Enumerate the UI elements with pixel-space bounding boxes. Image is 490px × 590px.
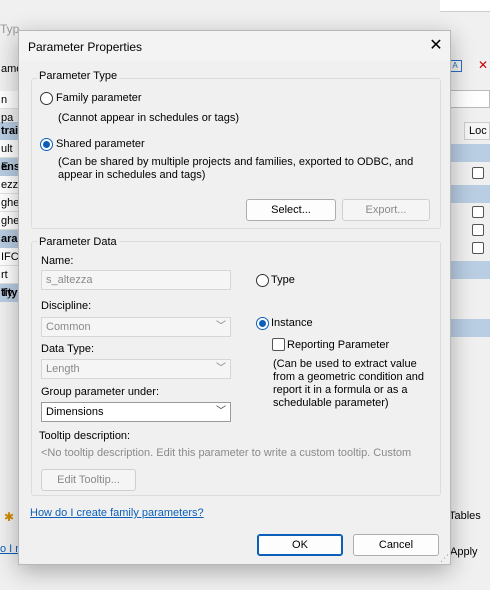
chevron-down-icon: ﹀ <box>216 406 226 417</box>
new-parameter-icon[interactable]: ✱ <box>4 510 18 524</box>
background-checkbox[interactable] <box>472 206 484 218</box>
edit-tooltip-button[interactable]: Edit Tooltip... <box>41 469 136 491</box>
background-column-header: Loc <box>464 122 490 140</box>
shared-parameter-note: appear in schedules and tags) <box>58 169 206 181</box>
close-icon[interactable]: ✕ <box>424 36 448 56</box>
discipline-value: Common <box>46 321 91 333</box>
background-apply-button[interactable]: Apply <box>450 546 490 558</box>
reporting-parameter-label[interactable]: Reporting Parameter <box>287 339 389 351</box>
group-parameter-dropdown[interactable]: Dimensions ﹀ <box>41 402 231 422</box>
background-row[interactable]: tity <box>0 284 20 302</box>
type-radio[interactable] <box>256 274 269 287</box>
tooltip-description-label: Tooltip description: <box>39 430 131 442</box>
export-button[interactable]: Export... <box>342 199 430 221</box>
background-row[interactable]: ezza <box>0 176 24 194</box>
family-parameter-radio[interactable] <box>40 92 53 105</box>
reporting-parameter-checkbox[interactable] <box>272 338 285 351</box>
help-link[interactable]: How do I create family parameters? <box>30 507 204 519</box>
reporting-parameter-note: report it in a formula or as a <box>273 384 408 396</box>
chevron-down-icon: ﹀ <box>216 321 226 332</box>
ok-button[interactable]: OK <box>257 534 343 556</box>
background-parameter-list: ame n pa trai ult E ensi ezza ghez ghe a… <box>0 60 25 302</box>
name-field[interactable]: s_altezza <box>41 270 231 290</box>
parameter-properties-dialog: Parameter Properties ✕ Parameter Type Fa… <box>18 30 451 565</box>
shared-parameter-radio[interactable] <box>40 138 53 151</box>
discipline-dropdown[interactable]: Common ﹀ <box>41 317 231 337</box>
instance-radio[interactable] <box>256 317 269 330</box>
parameter-data-legend: Parameter Data <box>37 236 119 248</box>
resize-grip-icon[interactable]: ⋰ <box>440 553 450 563</box>
background-checkbox[interactable] <box>472 242 484 254</box>
background-row: ame <box>0 60 22 78</box>
background-row[interactable]: IFC <box>0 248 20 266</box>
background-row[interactable]: aran <box>0 230 24 248</box>
background-checkbox[interactable] <box>472 224 484 236</box>
name-label: Name: <box>41 255 74 267</box>
discipline-label: Discipline: <box>41 300 92 312</box>
background-checkbox[interactable] <box>472 167 484 179</box>
family-parameter-note: (Cannot appear in schedules or tags) <box>58 112 239 124</box>
group-parameter-value: Dimensions <box>46 406 104 418</box>
delete-icon[interactable]: ✕ <box>478 58 490 72</box>
data-type-dropdown[interactable]: Length ﹀ <box>41 359 231 379</box>
dialog-title: Parameter Properties <box>28 40 143 54</box>
background-help-link[interactable]: o I m <box>0 543 20 555</box>
tooltip-description-text: <No tooltip description. Edit this param… <box>41 447 412 459</box>
reporting-parameter-note: from a geometric condition and <box>273 371 425 383</box>
select-button[interactable]: Select... <box>246 199 336 221</box>
group-parameter-label: Group parameter under: <box>41 386 160 398</box>
family-parameter-label[interactable]: Family parameter <box>56 92 142 104</box>
background-row: n pa <box>0 91 20 124</box>
reporting-parameter-note: (Can be used to extract value <box>273 358 417 370</box>
shared-parameter-note: (Can be shared by multiple projects and … <box>58 156 414 168</box>
parameter-type-legend: Parameter Type <box>37 70 120 82</box>
background-row[interactable]: ult E <box>0 140 20 173</box>
background-row[interactable]: ghe <box>0 212 20 230</box>
instance-label[interactable]: Instance <box>271 317 313 329</box>
data-type-value: Length <box>46 363 80 375</box>
reporting-parameter-note: schedulable parameter) <box>273 397 389 409</box>
shared-parameter-label[interactable]: Shared parameter <box>56 138 145 150</box>
chevron-down-icon: ﹀ <box>216 363 226 374</box>
background-window-title: Types <box>0 22 20 36</box>
background-top-edge <box>440 0 490 12</box>
cancel-button[interactable]: Cancel <box>353 534 439 556</box>
background-row[interactable]: ghez <box>0 194 25 212</box>
dialog-titlebar[interactable]: Parameter Properties ✕ <box>19 31 450 61</box>
background-row[interactable]: trai <box>0 122 20 140</box>
type-label[interactable]: Type <box>271 274 295 286</box>
data-type-label: Data Type: <box>41 343 94 355</box>
background-row[interactable]: rt Ty <box>0 266 20 299</box>
background-row[interactable]: ensi <box>0 158 23 176</box>
